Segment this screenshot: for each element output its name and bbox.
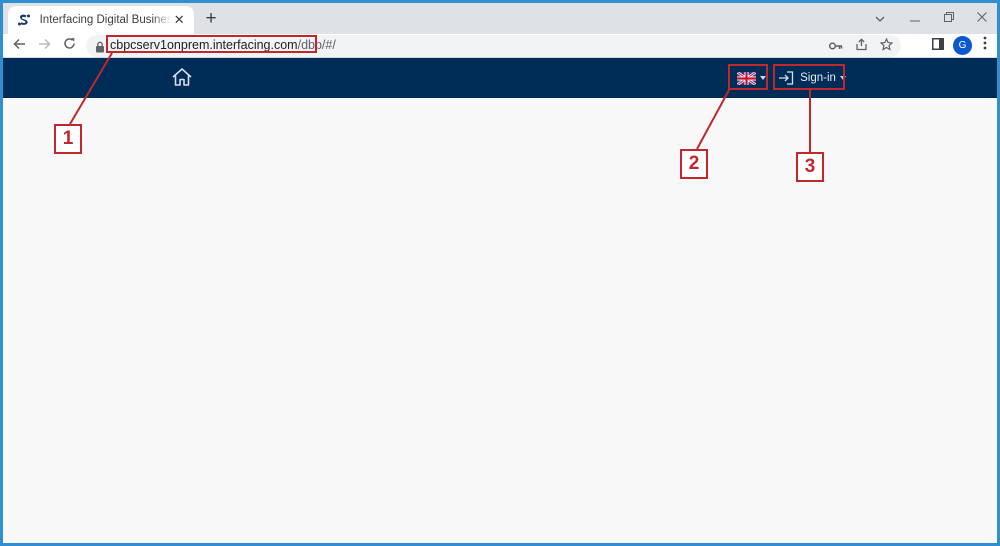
reload-button[interactable] — [59, 36, 79, 56]
lock-icon — [95, 40, 105, 53]
bookmark-star-icon[interactable] — [877, 37, 895, 54]
callout-marker-1: 1 — [54, 124, 82, 154]
tab-strip: Interfacing Digital Business Platform ✕ … — [3, 3, 997, 34]
back-button[interactable] — [9, 36, 29, 56]
callout-marker-2: 2 — [680, 149, 708, 179]
app-navbar: Sign-in — [3, 58, 997, 98]
tab-search-chevron-icon[interactable] — [865, 7, 895, 29]
home-icon[interactable] — [171, 66, 193, 88]
page-content-area — [3, 98, 997, 543]
minimize-button[interactable] — [900, 7, 930, 29]
tab-title: Interfacing Digital Business Platform — [39, 14, 173, 26]
key-icon[interactable] — [827, 38, 845, 54]
new-tab-button[interactable]: + — [200, 8, 222, 30]
interfacing-logo-icon — [16, 12, 32, 28]
share-icon[interactable] — [852, 38, 870, 54]
callout-highlight-signin — [773, 64, 845, 90]
close-tab-icon[interactable]: ✕ — [172, 12, 186, 28]
browser-window: Interfacing Digital Business Platform ✕ … — [0, 0, 1000, 546]
close-window-button[interactable] — [967, 7, 997, 29]
profile-avatar[interactable]: G — [953, 36, 972, 55]
side-panel-icon[interactable] — [928, 36, 948, 56]
callout-highlight-language — [728, 64, 768, 90]
restore-button[interactable] — [934, 7, 964, 29]
callout-marker-3: 3 — [796, 152, 824, 182]
browser-tab[interactable]: Interfacing Digital Business Platform ✕ — [8, 6, 194, 34]
callout-highlight-url — [106, 35, 317, 53]
forward-button[interactable] — [34, 36, 54, 56]
more-menu-icon[interactable] — [975, 36, 995, 56]
